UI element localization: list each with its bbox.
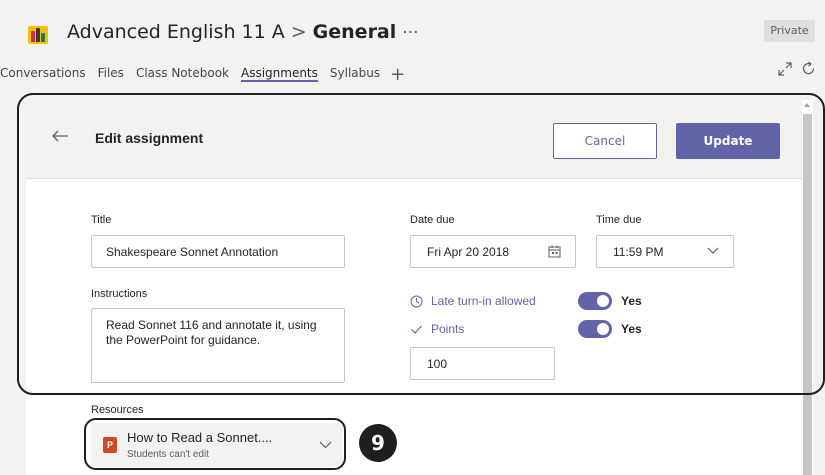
callout-highlight-form [17, 93, 825, 395]
channel-tabs: Conversations Files Class Notebook Assig… [0, 62, 405, 86]
tab-assignments[interactable]: Assignments [240, 66, 318, 82]
more-options-icon[interactable]: ··· [402, 23, 418, 43]
expand-icon[interactable] [778, 62, 792, 76]
callout-highlight-resource [84, 418, 346, 470]
private-badge: Private [764, 20, 815, 42]
refresh-icon[interactable] [801, 61, 816, 76]
breadcrumb-separator: > [290, 21, 307, 43]
tab-files[interactable]: Files [98, 66, 124, 82]
resources-label: Resources [91, 404, 144, 416]
tab-class-notebook[interactable]: Class Notebook [136, 66, 229, 82]
add-tab-icon[interactable]: + [390, 64, 405, 85]
team-name[interactable]: Advanced English 11 A [67, 21, 285, 43]
breadcrumb: Advanced English 11 A > General ··· [67, 21, 419, 43]
team-logo-icon [28, 26, 48, 44]
tab-conversations[interactable]: Conversations [0, 66, 86, 82]
tab-syllabus[interactable]: Syllabus [330, 66, 380, 82]
channel-header: Advanced English 11 A > General ··· Private… [0, 0, 825, 95]
channel-name: General [312, 21, 397, 43]
step-number-badge: 9 [359, 424, 397, 462]
